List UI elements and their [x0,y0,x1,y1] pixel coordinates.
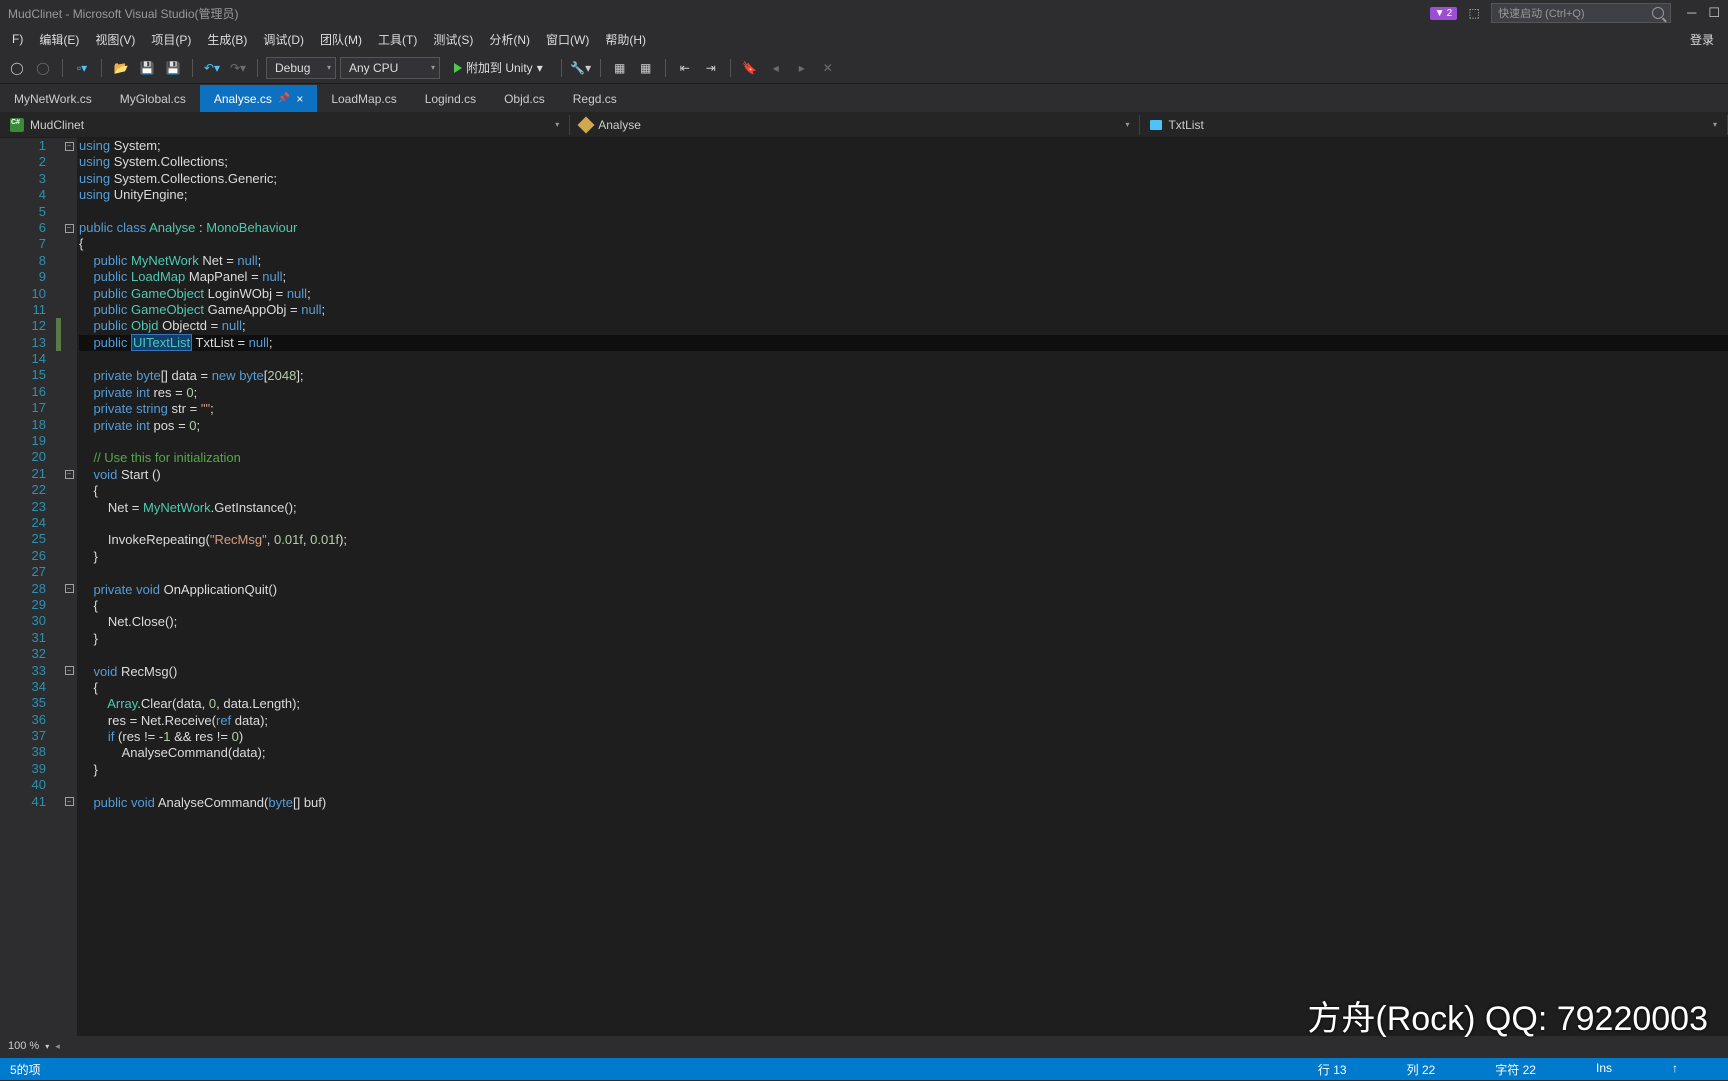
fold-toggle[interactable]: − [65,797,74,806]
open-file-button[interactable]: 📂 [110,57,132,79]
class-icon [578,116,595,133]
new-item-button[interactable]: ▫▾ [71,57,93,79]
save-button[interactable]: 💾 [136,57,158,79]
fold-toggle[interactable]: − [65,666,74,675]
status-ins: Ins [1596,1061,1612,1078]
quick-launch-input[interactable]: 快速启动 (Ctrl+Q) [1491,3,1671,23]
titlebar: MudClinet - Microsoft Visual Studio(管理员)… [0,0,1728,26]
document-tab[interactable]: LoadMap.cs [317,85,410,112]
document-tab[interactable]: MyGlobal.cs [106,85,200,112]
play-icon [454,63,462,73]
menu-item[interactable]: 视图(V) [87,27,143,52]
bookmark-next[interactable]: ▸ [791,57,813,79]
document-tab[interactable]: Regd.cs [559,85,631,112]
maximize-button[interactable]: ☐ [1708,5,1720,21]
fold-toggle[interactable]: − [65,142,74,151]
status-ready: 5的项 [10,1061,41,1078]
line-gutter: 1234567891011121314151617181920212223242… [0,138,56,1036]
status-pub-icon[interactable]: ↑ [1672,1061,1678,1078]
attach-unity-button[interactable]: 附加到 Unity ▾ [444,57,553,79]
menu-item[interactable]: 项目(P) [143,27,199,52]
notification-badge[interactable]: ▼ 2 [1430,7,1457,20]
field-icon [1150,120,1162,130]
document-tab[interactable]: MyNetWork.cs [0,85,106,112]
indent-less-button[interactable]: ⇤ [674,57,696,79]
save-all-button[interactable]: 💾 [162,57,184,79]
code-editor[interactable]: 1234567891011121314151617181920212223242… [0,138,1728,1036]
close-icon[interactable]: × [296,92,303,106]
nav-fwd-button[interactable]: ◯ [32,57,54,79]
tool-icon-1[interactable]: 🔧▾ [570,57,592,79]
search-icon [1652,7,1664,19]
fold-toggle[interactable]: − [65,470,74,479]
zoom-bar: 100 % ▾ ◂ [0,1036,1728,1056]
undo-button[interactable]: ↶▾ [201,57,223,79]
document-tab[interactable]: Analyse.cs📌× [200,85,318,112]
toolbar: ◯ ◯ ▫▾ 📂 💾 💾 ↶▾ ↷▾ Debug Any CPU 附加到 Uni… [0,52,1728,84]
menu-item[interactable]: 窗口(W) [538,27,597,52]
menu-item[interactable]: 工具(T) [370,27,425,52]
menu-item[interactable]: 编辑(E) [31,27,87,52]
code-navbar: MudClinet Analyse TxtList [0,112,1728,138]
document-tab[interactable]: Logind.cs [411,85,490,112]
indent-more-button[interactable]: ⇥ [700,57,722,79]
pin-icon[interactable]: 📌 [278,93,290,104]
class-combo[interactable]: Analyse [570,115,1140,135]
menu-item[interactable]: 调试(D) [255,27,312,52]
feedback-icon[interactable]: ⬚ [1463,2,1485,24]
status-line: 行 13 [1318,1061,1347,1078]
document-tabs: MyNetWork.csMyGlobal.csAnalyse.cs📌×LoadM… [0,84,1728,112]
document-tab[interactable]: Objd.cs [490,85,559,112]
menu-item[interactable]: 团队(M) [312,27,370,52]
csharp-icon [10,118,24,132]
statusbar: 5的项 行 13 列 22 字符 22 Ins ↑ [0,1058,1728,1080]
fold-toggle[interactable]: − [65,224,74,233]
window-title: MudClinet - Microsoft Visual Studio(管理员) [8,5,239,22]
redo-button[interactable]: ↷▾ [227,57,249,79]
status-char: 字符 22 [1495,1061,1536,1078]
menu-item[interactable]: 生成(B) [199,27,255,52]
nav-back-button[interactable]: ◯ [6,57,28,79]
minimize-button[interactable]: ─ [1687,5,1696,21]
project-combo[interactable]: MudClinet [0,115,570,135]
platform-dropdown[interactable]: Any CPU [340,57,440,79]
menubar: F)编辑(E)视图(V)项目(P)生成(B)调试(D)团队(M)工具(T)测试(… [0,26,1728,52]
menu-item[interactable]: 帮助(H) [597,27,654,52]
bookmark-button[interactable]: 🔖 [739,57,761,79]
config-dropdown[interactable]: Debug [266,57,336,79]
status-col: 列 22 [1407,1061,1436,1078]
menu-item[interactable]: F) [4,28,31,50]
member-combo[interactable]: TxtList [1140,115,1728,135]
fold-column[interactable]: − − − − − − [61,138,77,1036]
bookmark-clear[interactable]: ✕ [817,57,839,79]
fold-toggle[interactable]: − [65,584,74,593]
menu-item[interactable]: 分析(N) [481,27,538,52]
login-button[interactable]: 登录 [1680,27,1724,52]
menu-item[interactable]: 测试(S) [425,27,481,52]
uncomment-button[interactable]: ▦ [635,57,657,79]
bookmark-prev[interactable]: ◂ [765,57,787,79]
zoom-value[interactable]: 100 % [8,1040,39,1052]
code-area[interactable]: using System;using System.Collections;us… [77,138,1728,1036]
comment-button[interactable]: ▦ [609,57,631,79]
